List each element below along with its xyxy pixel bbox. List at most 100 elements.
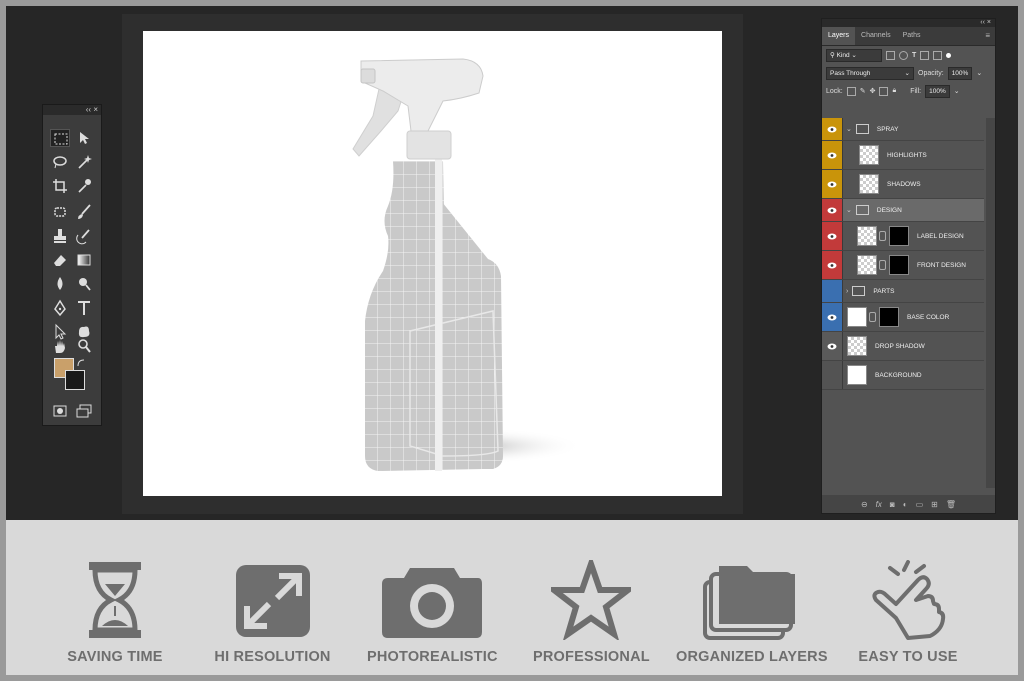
healing-brush-icon[interactable] [50,203,70,221]
layer-row-shadows[interactable]: SHADOWS [822,170,984,199]
hand-tool-icon[interactable] [50,337,70,355]
opacity-dropdown-icon[interactable]: ⌄ [976,69,982,77]
lock-position-icon[interactable]: ✥ [870,87,876,95]
layer-row-base-color[interactable]: BASE COLOR [822,303,984,332]
smart-filter-icon[interactable] [933,50,943,60]
group-expand-chevron-icon[interactable]: ⌄ [846,206,852,214]
mask-link-icon[interactable] [869,312,876,322]
panel-menu-icon[interactable]: ≡ [985,27,995,45]
visibility-eye-icon[interactable] [822,222,843,250]
visibility-eye-icon[interactable] [822,141,843,169]
lock-transparent-icon[interactable] [846,86,856,96]
layer-list: ⌄ SPRAY HIGHLIGHTS SHADOWS ⌄ DESIGN LABE… [822,118,984,390]
hand-pointer-icon [858,560,958,640]
expand-icon [210,560,335,640]
toolbox-header[interactable]: ‹‹ × [43,105,101,115]
adjustment-filter-icon[interactable] [899,50,908,60]
document-canvas[interactable] [143,31,722,496]
layer-row-spray[interactable]: ⌄ SPRAY [822,118,984,141]
layer-mask-thumbnail[interactable] [879,307,899,327]
lasso-tool-icon[interactable] [50,153,70,171]
type-filter-icon[interactable]: T [912,52,916,59]
features-strip: SAVING TIME HI RESOLUTION PHOTOREALISTIC… [6,524,1018,675]
layer-row-design[interactable]: ⌄ DESIGN [822,199,984,222]
eraser-icon[interactable] [50,251,70,269]
panel-collapse[interactable]: ‹‹ × [822,19,995,27]
brush-tool-icon[interactable] [74,203,94,221]
screen-mode-icon[interactable] [74,402,94,420]
lock-row: Lock: ✎ ✥ 🔒︎ Fill: 100% ⌄ [822,82,995,100]
spray-bottle-mockup [352,58,583,471]
background-color-swatch[interactable] [65,370,85,390]
layer-thumbnail [847,336,867,356]
shape-filter-icon[interactable] [920,50,930,60]
layer-row-label-design[interactable]: LABEL DESIGN [822,222,984,251]
layers-scrollbar[interactable] [986,118,995,488]
layer-name: FRONT DESIGN [917,261,966,269]
eyedropper-icon[interactable] [74,177,94,195]
lock-image-icon[interactable]: ✎ [860,87,866,95]
visibility-eye-icon[interactable] [822,303,843,331]
marquee-tool-icon[interactable] [50,129,70,147]
gradient-tool-icon[interactable] [74,251,94,269]
visibility-toggle-empty[interactable] [822,280,843,302]
filter-toggle-icon[interactable] [946,52,952,58]
group-expand-chevron-icon[interactable]: › [846,288,848,295]
lock-artboard-icon[interactable] [879,86,889,96]
blur-tool-icon[interactable] [50,275,70,293]
new-layer-icon[interactable]: ⊞ [931,500,938,509]
crop-tool-icon[interactable] [50,177,70,195]
layer-name: DROP SHADOW [875,342,925,350]
type-tool-icon[interactable] [74,299,94,317]
new-group-icon[interactable]: ▭ [916,500,924,509]
mask-link-icon[interactable] [879,260,886,270]
quick-mask-icon[interactable] [50,402,70,420]
visibility-eye-icon[interactable] [822,251,843,279]
layer-mask-thumbnail[interactable] [889,255,909,275]
layer-row-front-design[interactable]: FRONT DESIGN [822,251,984,280]
layer-row-background[interactable]: BACKGROUND [822,361,984,390]
feature-photorealistic: PHOTOREALISTIC [367,524,497,675]
layer-mask-thumbnail[interactable] [889,226,909,246]
visibility-toggle-empty[interactable] [822,361,843,389]
opacity-input[interactable]: 100% [947,66,973,80]
visibility-eye-icon[interactable] [822,199,843,221]
dodge-tool-icon[interactable] [74,275,94,293]
feature-hi-resolution: HI RESOLUTION [210,524,335,675]
visibility-eye-icon[interactable] [822,118,843,140]
history-brush-icon[interactable] [74,227,94,245]
feature-label: ORGANIZED LAYERS [676,649,828,665]
visibility-eye-icon[interactable] [822,170,843,198]
document-window [122,14,743,514]
layer-row-drop-shadow[interactable]: DROP SHADOW [822,332,984,361]
stamp-tool-icon[interactable] [50,227,70,245]
pixel-filter-icon[interactable] [886,50,895,60]
zoom-tool-icon[interactable] [74,337,94,355]
add-mask-icon[interactable]: ◙ [890,500,895,509]
swap-colors-icon[interactable] [76,355,86,367]
magic-wand-icon[interactable] [74,153,94,171]
layer-name: SHADOWS [887,180,921,188]
folder-icon [855,124,869,134]
layers-footer: ⊖ fx ◙ ◐ ▭ ⊞ 🗑︎ [822,495,995,513]
layer-row-parts[interactable]: › PARTS [822,280,984,303]
pen-tool-icon[interactable] [50,299,70,317]
tab-paths[interactable]: Paths [897,27,927,45]
tab-layers[interactable]: Layers [822,27,856,45]
delete-layer-icon[interactable]: 🗑︎ [946,500,956,509]
fx-icon[interactable]: fx [876,500,882,509]
fill-input[interactable]: 100% [925,84,950,98]
fill-dropdown-icon[interactable]: ⌄ [954,87,960,95]
opacity-label: Opacity: [918,69,944,77]
link-layers-icon[interactable]: ⊖ [861,500,868,509]
adjustment-layer-icon[interactable]: ◐ [903,500,908,509]
lock-all-icon[interactable]: 🔒︎ [892,87,896,95]
blend-mode-select[interactable]: Pass Through ⌄ [826,66,914,80]
layer-row-highlights[interactable]: HIGHLIGHTS [822,141,984,170]
group-expand-chevron-icon[interactable]: ⌄ [846,125,852,133]
move-tool-icon[interactable] [74,129,94,147]
mask-link-icon[interactable] [879,231,886,241]
visibility-eye-icon[interactable] [822,332,843,360]
kind-filter-select[interactable]: ⚲ Kind ⌄ [826,48,882,62]
tab-channels[interactable]: Channels [855,27,897,45]
